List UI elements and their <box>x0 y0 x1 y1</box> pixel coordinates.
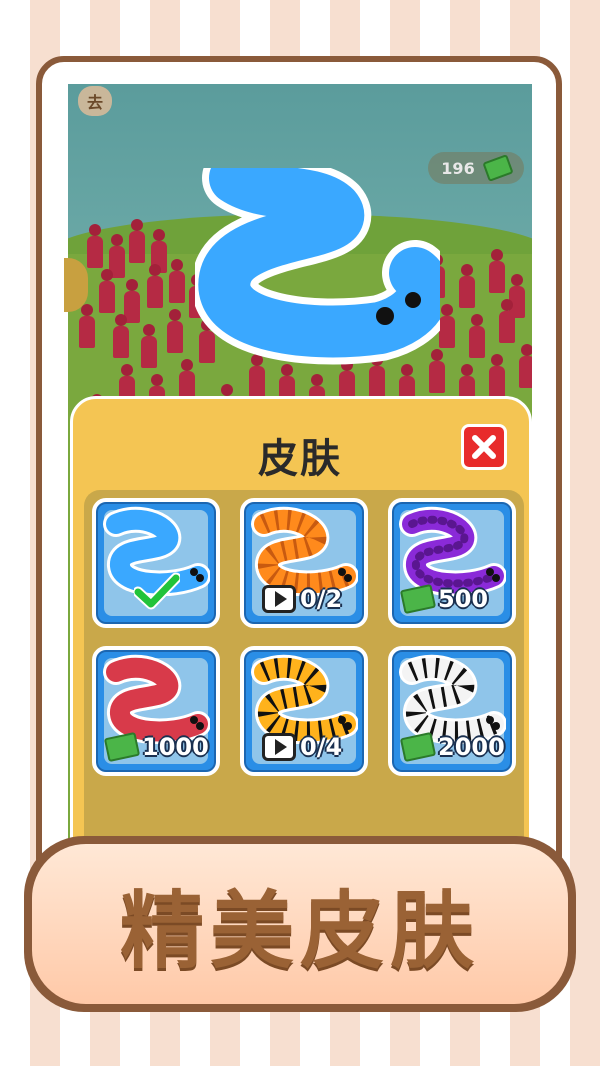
cash-icon <box>103 731 141 763</box>
skin-price-value: 0/2 <box>300 585 343 613</box>
cash-icon <box>399 731 437 763</box>
skin-price-value: 0/4 <box>300 733 343 761</box>
crowd-figure <box>498 299 516 343</box>
crowd-figure <box>112 314 130 358</box>
crowd-figure <box>78 304 96 348</box>
skin-price: 500 <box>399 582 489 616</box>
skin-card[interactable]: 2000 <box>388 646 516 776</box>
currency-counter: 196 <box>428 152 524 184</box>
close-icon <box>472 435 496 459</box>
skin-price: 0/4 <box>262 730 342 764</box>
crowd-figure <box>488 354 506 398</box>
pause-button[interactable]: 去 <box>78 86 112 116</box>
promo-banner: 精美皮肤 <box>24 836 576 1012</box>
skin-card[interactable] <box>92 498 220 628</box>
skin-price: 1000 <box>103 730 209 764</box>
crowd-figure <box>488 249 506 293</box>
skin-price: 0/2 <box>262 582 342 616</box>
close-button[interactable] <box>461 424 507 470</box>
crowd-figure <box>146 264 164 308</box>
play-video-icon <box>262 733 296 761</box>
crowd-figure <box>166 309 184 353</box>
crowd-figure <box>128 219 146 263</box>
promo-banner-inner: 精美皮肤 <box>32 844 568 1004</box>
skin-card[interactable]: 500 <box>388 498 516 628</box>
crowd-figure <box>438 304 456 348</box>
banner-text: 精美皮肤 <box>119 881 480 980</box>
skin-price-value: 2000 <box>438 733 505 761</box>
skin-price: 2000 <box>399 730 505 764</box>
cash-icon <box>482 154 514 182</box>
panel-title: 皮肤 <box>258 436 342 482</box>
crowd-figure <box>98 269 116 313</box>
currency-amount: 196 <box>441 158 475 178</box>
crowd-figure <box>86 224 104 268</box>
crowd-figure <box>468 314 486 358</box>
skin-price-value: 500 <box>438 585 489 613</box>
cash-icon <box>399 583 437 615</box>
crowd-figure <box>140 324 158 368</box>
skin-card[interactable]: 0/4 <box>240 646 368 776</box>
crowd-figure <box>458 264 476 308</box>
play-video-icon <box>262 585 296 613</box>
skin-card[interactable]: 1000 <box>92 646 220 776</box>
player-snake <box>195 168 440 365</box>
skin-price-value: 1000 <box>142 733 209 761</box>
skin-card[interactable]: 0/2 <box>240 498 368 628</box>
crowd-figure <box>518 344 532 388</box>
crowd-figure <box>168 259 186 303</box>
check-icon <box>134 572 180 610</box>
